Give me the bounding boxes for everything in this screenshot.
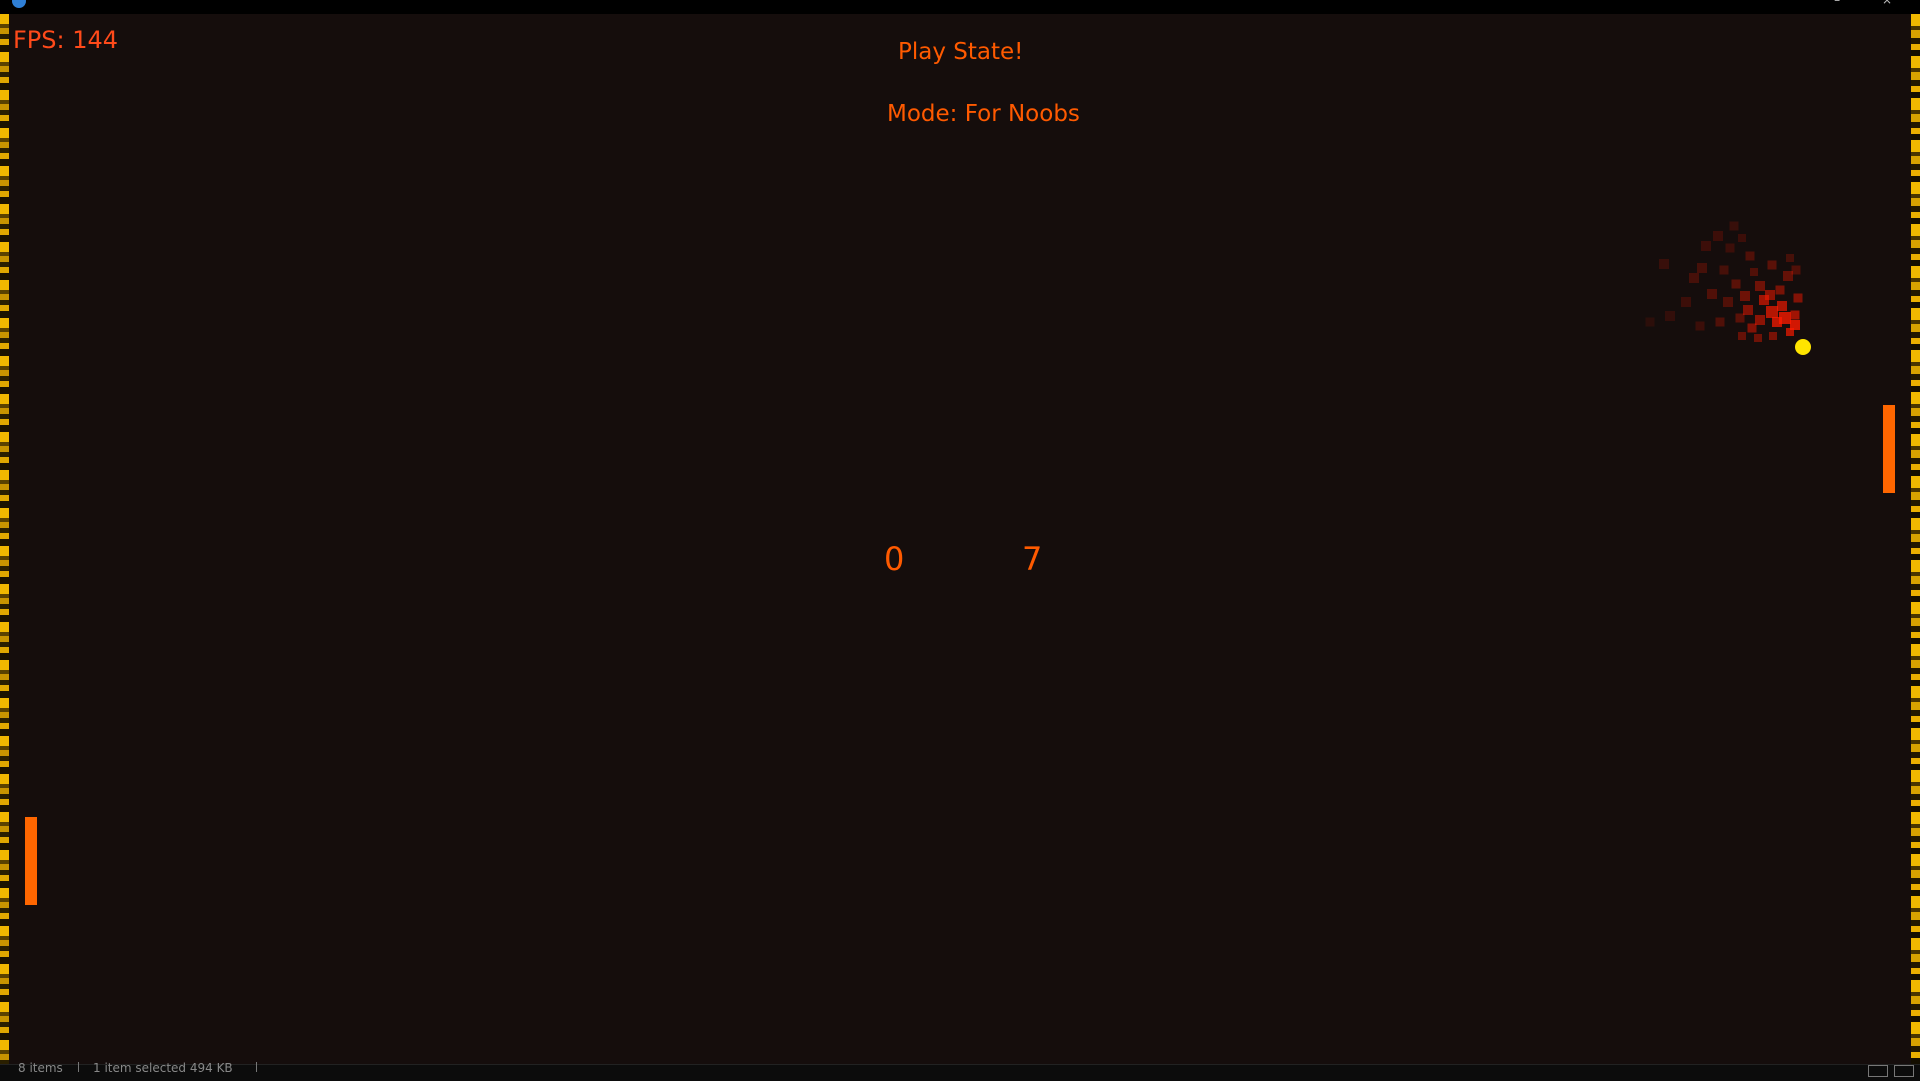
trail-particle [1738, 332, 1746, 340]
trail-particle [1731, 279, 1741, 289]
status-separator [78, 1062, 79, 1072]
trail-particle [1729, 221, 1739, 231]
trail-particle [1707, 289, 1717, 299]
trail-particle [1697, 263, 1707, 273]
minimize-button[interactable]: – [1814, 0, 1860, 6]
tiles-view-icon[interactable] [1894, 1065, 1914, 1077]
trail-particle [1713, 231, 1723, 241]
trail-particle [1786, 328, 1794, 336]
trail-particle [1695, 321, 1705, 331]
trail-particle [1765, 290, 1775, 300]
trail-particle [1767, 260, 1777, 270]
trail-particle [1715, 317, 1725, 327]
title-bar: – × [0, 0, 1920, 14]
trail-particle [1769, 332, 1777, 340]
trail-particle [1681, 297, 1691, 307]
trail-particle [1645, 317, 1655, 327]
trail-particle [1775, 285, 1785, 295]
game-canvas[interactable]: FPS: 144 Play State! Mode: For Noobs 0 7 [0, 14, 1920, 1064]
app-icon [12, 0, 26, 8]
window-controls[interactable]: – × [1814, 0, 1910, 6]
trail-particle [1740, 291, 1750, 301]
ball-particle-trail [1645, 221, 1803, 342]
status-separator [256, 1062, 257, 1072]
trail-particle [1750, 268, 1758, 276]
trail-particle [1665, 311, 1675, 321]
status-bar: 8 items 1 item selected 494 KB [0, 1061, 1920, 1081]
trail-particle [1689, 273, 1699, 283]
item-count: 8 items [18, 1061, 63, 1075]
selection-info: 1 item selected 494 KB [93, 1061, 233, 1075]
trail-particle [1701, 241, 1711, 251]
close-button[interactable]: × [1864, 0, 1910, 6]
trail-particle [1755, 281, 1765, 291]
details-view-icon[interactable] [1868, 1065, 1888, 1077]
trail-particle [1766, 306, 1778, 318]
ball [1795, 339, 1811, 355]
trail-particle [1659, 259, 1669, 269]
trail-particle [1747, 323, 1757, 333]
trail-particle [1735, 313, 1745, 323]
trail-particle [1738, 234, 1746, 242]
trail-particle [1793, 293, 1803, 303]
window-title [50, 0, 90, 3]
trail-particle [1719, 265, 1729, 275]
trail-particle [1790, 310, 1800, 320]
trail-particle [1745, 251, 1755, 261]
trail-particle [1777, 301, 1787, 311]
trail-particle [1754, 334, 1762, 342]
trail-particle [1723, 297, 1733, 307]
trail-particle [1725, 243, 1735, 253]
trail-particle [1786, 254, 1794, 262]
trail-particle [1791, 265, 1801, 275]
trail-particle [1772, 317, 1782, 327]
